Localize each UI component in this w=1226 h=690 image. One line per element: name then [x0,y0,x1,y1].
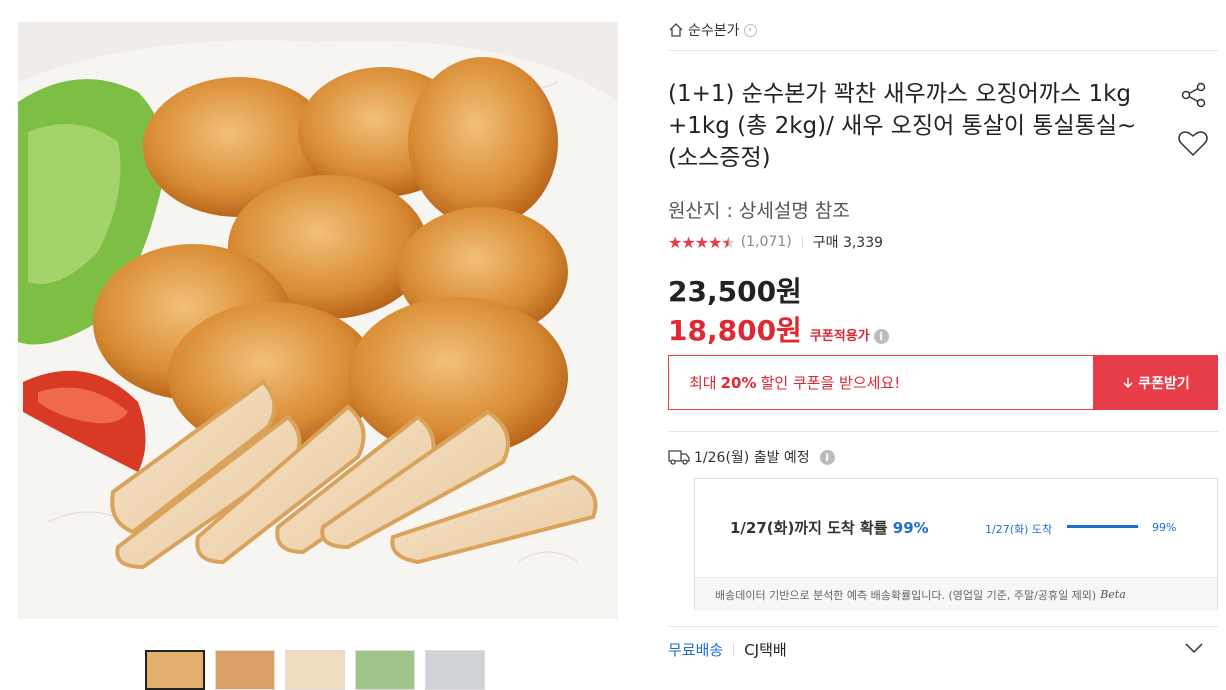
purchase-count: 구매 3,339 [812,235,884,251]
heart-icon[interactable] [1177,128,1209,158]
breadcrumb: 순수본가 › [668,20,757,40]
thumbnail-strip [145,650,485,690]
probability-note-text: 배송데이터 기반으로 분석한 예측 배송확률입니다. (영업일 기준, 주말/공… [715,588,1097,602]
get-coupon-label: 쿠폰받기 [1138,375,1190,392]
shipping-row: 1/26(월) 출발 예정 i [668,447,835,467]
delivery-row[interactable]: 무료배송 CJ택배 [668,638,787,660]
rating-row: ★★★★★ (1,071) 구매 3,339 [668,232,883,252]
get-coupon-button[interactable]: 쿠폰받기 [1094,355,1218,410]
coupon-suffix: 할인 쿠폰을 받으세요! [760,374,901,392]
departure-date: 1/26(월) 출발 예정 [694,450,810,466]
coupon-applied-label: 쿠폰적용가 [809,329,870,344]
home-icon[interactable] [668,22,684,38]
probability-note: 배송데이터 기반으로 분석한 예측 배송확률입니다. (영업일 기준, 주말/공… [695,577,1217,611]
divider [668,626,1218,627]
original-price: 23,500원 [668,275,802,308]
coupon-percent: 20% [720,373,757,392]
info-icon[interactable]: i [873,329,889,344]
separator [801,236,803,248]
star-rating[interactable]: ★★★★★ [668,233,736,252]
probability-bar [1067,525,1139,528]
beta-label: Beta [1100,588,1126,601]
thumbnail-1[interactable] [145,650,205,690]
info-icon[interactable]: i [819,449,835,465]
sale-price-row: 18,800원 쿠폰적용가 i [668,309,889,349]
chevron-right-icon[interactable]: › [743,23,757,37]
chevron-down-icon[interactable] [1184,641,1204,655]
probability-bar-fill [1067,525,1139,528]
free-shipping-label: 무료배송 [668,640,724,659]
review-count[interactable]: (1,071) [741,234,792,250]
thumbnail-5[interactable] [425,650,485,690]
probability-prefix: 1/27(화)까지 도착 확률 [730,519,888,537]
probability-bar-percent: 99% [1152,521,1177,534]
thumbnail-4[interactable] [355,650,415,690]
arrival-date-label: 1/27(화) 도착 [985,523,1053,536]
fried-cutlets-photo [18,22,618,619]
product-title: (1+1) 순수본가 꽉찬 새우까스 오징어까스 1kg +1kg (총 2kg… [668,81,1137,171]
download-icon [1123,377,1133,388]
thumbnail-3[interactable] [285,650,345,690]
probability-headline: 1/27(화)까지 도착 확률 99% [730,517,929,538]
truck-icon [668,450,690,465]
sale-price: 18,800원 [668,314,802,347]
brand-link[interactable]: 순수본가 [688,20,740,40]
delivery-probability-box: 1/27(화)까지 도착 확률 99% 1/27(화) 도착 99% 배송데이터… [694,478,1218,611]
carrier-label: CJ택배 [744,640,787,659]
origin-info: 원산지 : 상세설명 참조 [668,200,850,222]
coupon-banner: 최대 20% 할인 쿠폰을 받으세요! [668,355,1094,410]
divider [668,50,1218,51]
separator [733,643,735,655]
coupon-prefix: 최대 [689,374,717,392]
probability-percent: 99% [892,519,929,537]
divider [668,431,1218,432]
probability-summary: 1/27(화)까지 도착 확률 99% 1/27(화) 도착 99% [695,479,1217,577]
thumbnail-2[interactable] [215,650,275,690]
share-icon[interactable] [1179,80,1209,110]
product-main-image[interactable] [18,22,618,619]
